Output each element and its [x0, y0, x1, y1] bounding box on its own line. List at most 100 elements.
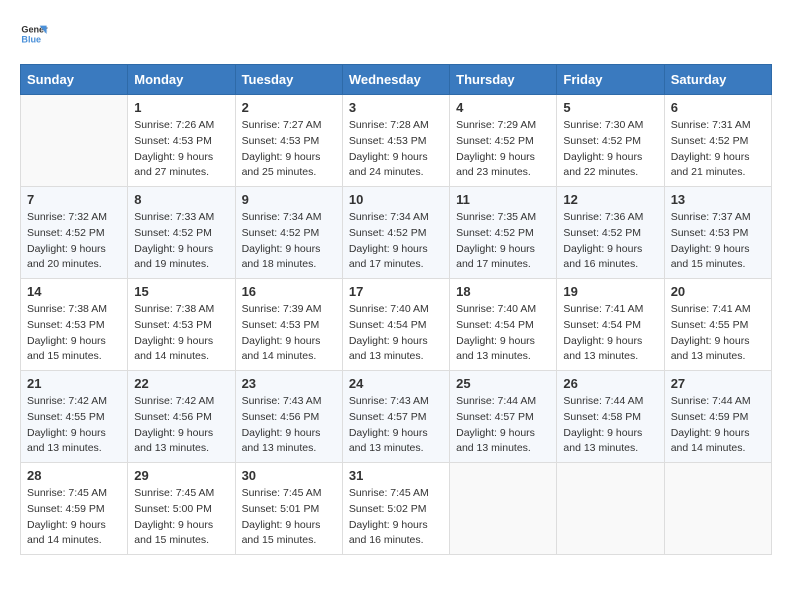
day-header-monday: Monday: [128, 65, 235, 95]
calendar-cell: 9 Sunrise: 7:34 AMSunset: 4:52 PMDaylight…: [235, 187, 342, 279]
day-number: 9: [242, 192, 336, 207]
calendar-cell: 2 Sunrise: 7:27 AMSunset: 4:53 PMDaylight…: [235, 95, 342, 187]
day-info: Sunrise: 7:34 AMSunset: 4:52 PMDaylight:…: [349, 210, 443, 273]
day-info: Sunrise: 7:45 AMSunset: 4:59 PMDaylight:…: [27, 486, 121, 549]
calendar-cell: 8 Sunrise: 7:33 AMSunset: 4:52 PMDaylight…: [128, 187, 235, 279]
calendar-cell: 19 Sunrise: 7:41 AMSunset: 4:54 PMDayligh…: [557, 279, 664, 371]
day-info: Sunrise: 7:42 AMSunset: 4:56 PMDaylight:…: [134, 394, 228, 457]
day-info: Sunrise: 7:38 AMSunset: 4:53 PMDaylight:…: [134, 302, 228, 365]
day-info: Sunrise: 7:39 AMSunset: 4:53 PMDaylight:…: [242, 302, 336, 365]
calendar-cell: 7 Sunrise: 7:32 AMSunset: 4:52 PMDaylight…: [21, 187, 128, 279]
day-number: 12: [563, 192, 657, 207]
calendar-cell: 12 Sunrise: 7:36 AMSunset: 4:52 PMDayligh…: [557, 187, 664, 279]
day-number: 21: [27, 376, 121, 391]
day-number: 11: [456, 192, 550, 207]
day-number: 22: [134, 376, 228, 391]
day-info: Sunrise: 7:31 AMSunset: 4:52 PMDaylight:…: [671, 118, 765, 181]
calendar-cell: [21, 95, 128, 187]
page-header: General Blue: [20, 20, 772, 48]
day-number: 5: [563, 100, 657, 115]
day-number: 18: [456, 284, 550, 299]
day-number: 2: [242, 100, 336, 115]
calendar-week-row: 21 Sunrise: 7:42 AMSunset: 4:55 PMDayligh…: [21, 371, 772, 463]
day-info: Sunrise: 7:37 AMSunset: 4:53 PMDaylight:…: [671, 210, 765, 273]
calendar-week-row: 7 Sunrise: 7:32 AMSunset: 4:52 PMDaylight…: [21, 187, 772, 279]
calendar-cell: [664, 463, 771, 555]
day-header-wednesday: Wednesday: [342, 65, 449, 95]
logo-icon: General Blue: [20, 20, 48, 48]
day-header-saturday: Saturday: [664, 65, 771, 95]
day-info: Sunrise: 7:41 AMSunset: 4:55 PMDaylight:…: [671, 302, 765, 365]
day-info: Sunrise: 7:45 AMSunset: 5:00 PMDaylight:…: [134, 486, 228, 549]
calendar-cell: 27 Sunrise: 7:44 AMSunset: 4:59 PMDayligh…: [664, 371, 771, 463]
day-number: 17: [349, 284, 443, 299]
day-info: Sunrise: 7:44 AMSunset: 4:58 PMDaylight:…: [563, 394, 657, 457]
calendar-cell: 14 Sunrise: 7:38 AMSunset: 4:53 PMDayligh…: [21, 279, 128, 371]
day-info: Sunrise: 7:36 AMSunset: 4:52 PMDaylight:…: [563, 210, 657, 273]
calendar-table: SundayMondayTuesdayWednesdayThursdayFrid…: [20, 64, 772, 555]
calendar-cell: 28 Sunrise: 7:45 AMSunset: 4:59 PMDayligh…: [21, 463, 128, 555]
day-number: 31: [349, 468, 443, 483]
day-info: Sunrise: 7:44 AMSunset: 4:59 PMDaylight:…: [671, 394, 765, 457]
day-info: Sunrise: 7:42 AMSunset: 4:55 PMDaylight:…: [27, 394, 121, 457]
day-number: 25: [456, 376, 550, 391]
day-number: 13: [671, 192, 765, 207]
calendar-cell: 23Sunrise: 7:43 AMSunset: 4:56 PMDayligh…: [235, 371, 342, 463]
day-number: 14: [27, 284, 121, 299]
day-number: 4: [456, 100, 550, 115]
day-info: Sunrise: 7:34 AMSunset: 4:52 PMDaylight:…: [242, 210, 336, 273]
calendar-header-row: SundayMondayTuesdayWednesdayThursdayFrid…: [21, 65, 772, 95]
day-number: 3: [349, 100, 443, 115]
calendar-cell: 31Sunrise: 7:45 AMSunset: 5:02 PMDayligh…: [342, 463, 449, 555]
calendar-cell: 4 Sunrise: 7:29 AMSunset: 4:52 PMDaylight…: [450, 95, 557, 187]
day-number: 10: [349, 192, 443, 207]
calendar-cell: 29 Sunrise: 7:45 AMSunset: 5:00 PMDayligh…: [128, 463, 235, 555]
svg-text:Blue: Blue: [21, 34, 41, 44]
calendar-cell: [557, 463, 664, 555]
calendar-week-row: 28 Sunrise: 7:45 AMSunset: 4:59 PMDayligh…: [21, 463, 772, 555]
day-number: 19: [563, 284, 657, 299]
day-info: Sunrise: 7:41 AMSunset: 4:54 PMDaylight:…: [563, 302, 657, 365]
day-info: Sunrise: 7:38 AMSunset: 4:53 PMDaylight:…: [27, 302, 121, 365]
day-number: 29: [134, 468, 228, 483]
calendar-cell: 16 Sunrise: 7:39 AMSunset: 4:53 PMDayligh…: [235, 279, 342, 371]
day-number: 6: [671, 100, 765, 115]
calendar-cell: 13 Sunrise: 7:37 AMSunset: 4:53 PMDayligh…: [664, 187, 771, 279]
calendar-cell: 20 Sunrise: 7:41 AMSunset: 4:55 PMDayligh…: [664, 279, 771, 371]
day-info: Sunrise: 7:40 AMSunset: 4:54 PMDaylight:…: [456, 302, 550, 365]
day-info: Sunrise: 7:26 AMSunset: 4:53 PMDaylight:…: [134, 118, 228, 181]
day-info: Sunrise: 7:35 AMSunset: 4:52 PMDaylight:…: [456, 210, 550, 273]
day-number: 20: [671, 284, 765, 299]
day-info: Sunrise: 7:28 AMSunset: 4:53 PMDaylight:…: [349, 118, 443, 181]
calendar-cell: 5 Sunrise: 7:30 AMSunset: 4:52 PMDaylight…: [557, 95, 664, 187]
day-info: Sunrise: 7:33 AMSunset: 4:52 PMDaylight:…: [134, 210, 228, 273]
day-info: Sunrise: 7:43 AMSunset: 4:56 PMDaylight:…: [242, 394, 336, 457]
calendar-cell: 26Sunrise: 7:44 AMSunset: 4:58 PMDayligh…: [557, 371, 664, 463]
day-number: 16: [242, 284, 336, 299]
day-info: Sunrise: 7:45 AMSunset: 5:01 PMDaylight:…: [242, 486, 336, 549]
calendar-cell: 11 Sunrise: 7:35 AMSunset: 4:52 PMDayligh…: [450, 187, 557, 279]
day-header-thursday: Thursday: [450, 65, 557, 95]
day-info: Sunrise: 7:30 AMSunset: 4:52 PMDaylight:…: [563, 118, 657, 181]
calendar-cell: 10 Sunrise: 7:34 AMSunset: 4:52 PMDayligh…: [342, 187, 449, 279]
calendar-cell: 1Sunrise: 7:26 AMSunset: 4:53 PMDaylight…: [128, 95, 235, 187]
calendar-cell: 24Sunrise: 7:43 AMSunset: 4:57 PMDayligh…: [342, 371, 449, 463]
day-number: 8: [134, 192, 228, 207]
calendar-cell: 6 Sunrise: 7:31 AMSunset: 4:52 PMDaylight…: [664, 95, 771, 187]
calendar-cell: [450, 463, 557, 555]
day-number: 30: [242, 468, 336, 483]
day-info: Sunrise: 7:29 AMSunset: 4:52 PMDaylight:…: [456, 118, 550, 181]
day-info: Sunrise: 7:27 AMSunset: 4:53 PMDaylight:…: [242, 118, 336, 181]
day-info: Sunrise: 7:32 AMSunset: 4:52 PMDaylight:…: [27, 210, 121, 273]
day-number: 28: [27, 468, 121, 483]
calendar-cell: 21 Sunrise: 7:42 AMSunset: 4:55 PMDayligh…: [21, 371, 128, 463]
calendar-week-row: 1Sunrise: 7:26 AMSunset: 4:53 PMDaylight…: [21, 95, 772, 187]
day-number: 7: [27, 192, 121, 207]
day-number: 15: [134, 284, 228, 299]
calendar-cell: 25Sunrise: 7:44 AMSunset: 4:57 PMDayligh…: [450, 371, 557, 463]
day-header-tuesday: Tuesday: [235, 65, 342, 95]
calendar-cell: 22 Sunrise: 7:42 AMSunset: 4:56 PMDayligh…: [128, 371, 235, 463]
calendar-week-row: 14 Sunrise: 7:38 AMSunset: 4:53 PMDayligh…: [21, 279, 772, 371]
calendar-cell: 17Sunrise: 7:40 AMSunset: 4:54 PMDayligh…: [342, 279, 449, 371]
day-number: 27: [671, 376, 765, 391]
